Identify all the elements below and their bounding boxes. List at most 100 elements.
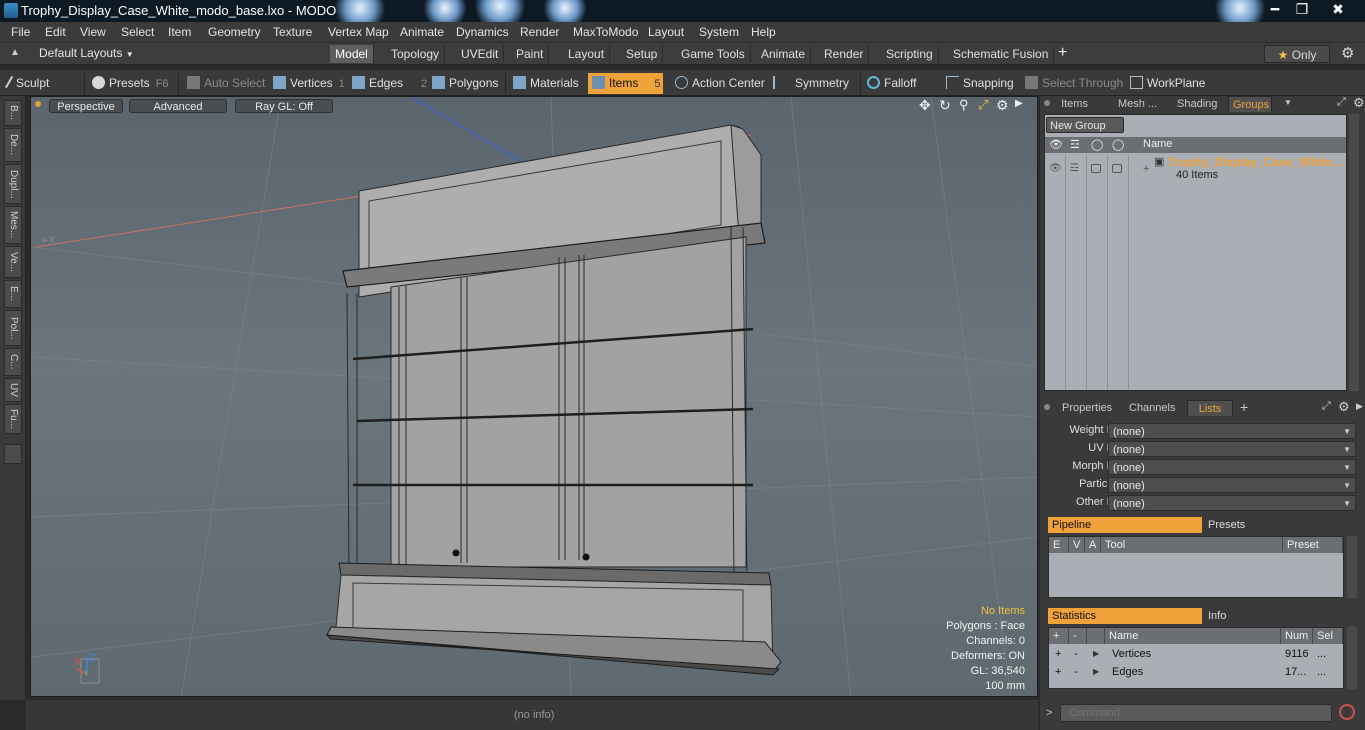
stats-row-minus[interactable]: - <box>1074 648 1078 660</box>
viewport-expand-icon[interactable]: ▶ <box>1015 98 1023 109</box>
tab-channels[interactable]: Channels <box>1125 400 1179 416</box>
tab-layout[interactable]: Layout <box>563 45 611 63</box>
morph-map-select[interactable]: (none) ▼ <box>1108 459 1356 475</box>
left-tab-deform[interactable]: De... <box>4 128 22 162</box>
vertices-button[interactable]: Vertices 1 <box>273 73 345 94</box>
edges-button[interactable]: Edges 2 <box>352 73 427 94</box>
other-map-select[interactable]: (none) ▼ <box>1108 495 1356 511</box>
rotate-view-icon[interactable]: ↻ <box>939 97 951 114</box>
pipeline-col-enable[interactable]: E <box>1049 537 1069 553</box>
tab-mesh[interactable]: Mesh ... <box>1114 96 1161 112</box>
polygons-button[interactable]: Polygons <box>432 73 498 94</box>
pipeline-list[interactable]: E V A Tool Preset <box>1048 536 1344 598</box>
stats-row-plus[interactable]: + <box>1055 666 1061 678</box>
stats-col-expand[interactable] <box>1087 628 1105 644</box>
default-layouts-dropdown[interactable]: Default Layouts ▼ <box>39 46 134 60</box>
tab-items[interactable]: Items <box>1054 96 1092 112</box>
left-tab-edge[interactable]: E... <box>4 280 22 308</box>
select-icon[interactable]: ◯ <box>1112 138 1124 151</box>
menu-edit[interactable]: Edit <box>45 25 66 39</box>
menu-dynamics[interactable]: Dynamics <box>456 25 509 39</box>
group-select-icon[interactable] <box>1112 164 1122 173</box>
lock-icon[interactable]: ☲ <box>1070 138 1080 151</box>
shading-mode-button[interactable]: Advanced <box>129 99 227 113</box>
menu-vertex-map[interactable]: Vertex Map <box>328 25 389 39</box>
snapping-button[interactable]: Snapping <box>946 73 1014 94</box>
groups-scrollbar[interactable] <box>1349 114 1359 391</box>
statistics-list[interactable]: + - Name Num Sel + - ▶ Vertices 9116 ...… <box>1048 627 1344 689</box>
tab-setup[interactable]: Setup <box>621 45 664 63</box>
stats-col-sel[interactable]: Sel <box>1313 628 1343 644</box>
info-tab[interactable]: Info <box>1204 608 1344 624</box>
expand-props-icon[interactable]: ⤢ <box>1322 400 1331 413</box>
expand-arrow-icon[interactable]: ▶ <box>1093 649 1099 658</box>
left-tab-more[interactable] <box>4 444 22 464</box>
viewport-gear-icon[interactable]: ⚙ <box>996 97 1009 114</box>
group-visibility-icon[interactable]: 👁 <box>1049 163 1062 174</box>
minimize-button[interactable]: ━ <box>1260 0 1290 20</box>
tab-scripting[interactable]: Scripting <box>881 45 939 63</box>
select-through-button[interactable]: Select Through <box>1025 73 1123 94</box>
expand-icon[interactable]: + <box>1143 163 1149 175</box>
props-menu-icon[interactable] <box>1044 404 1050 410</box>
tab-topology[interactable]: Topology <box>386 45 446 63</box>
particle-select[interactable]: (none) ▼ <box>1108 477 1356 493</box>
materials-button[interactable]: Materials <box>513 73 579 94</box>
gear-icon[interactable]: ⚙ <box>1341 44 1354 62</box>
pipeline-col-visible[interactable]: V <box>1069 537 1085 553</box>
group-render-icon[interactable] <box>1091 164 1101 173</box>
weight-map-select[interactable]: (none) ▼ <box>1108 423 1356 439</box>
stats-row-minus[interactable]: - <box>1074 666 1078 678</box>
left-tab-vertex[interactable]: Ve... <box>4 246 22 278</box>
chevron-down-icon[interactable]: ▼ <box>1284 98 1292 107</box>
move-view-icon[interactable]: ✥ <box>919 97 931 114</box>
presets-tab[interactable]: Presets <box>1204 517 1344 533</box>
tab-render[interactable]: Render <box>819 45 870 63</box>
menu-view[interactable]: View <box>80 25 106 39</box>
stats-col-num[interactable]: Num <box>1281 628 1313 644</box>
left-tab-duplicate[interactable]: Dupl... <box>4 164 22 204</box>
menu-file[interactable]: File <box>11 25 30 39</box>
tab-schematic-fusion[interactable]: Schematic Fusion <box>948 45 1055 63</box>
props-gear-icon[interactable]: ⚙ <box>1338 399 1350 415</box>
pipeline-col-tool[interactable]: Tool <box>1101 537 1283 553</box>
left-tab-curve[interactable]: C... <box>4 348 22 376</box>
items-button[interactable]: Items 5 <box>588 73 663 94</box>
tab-groups[interactable]: Groups <box>1228 96 1272 112</box>
stats-row-plus[interactable]: + <box>1055 648 1061 660</box>
new-group-button[interactable]: New Group <box>1046 117 1124 133</box>
groups-list[interactable]: New Group 👁 ☲ ◯ ◯ Name 👁 ☲ + ▣ Trophy_Di… <box>1044 114 1347 391</box>
record-icon[interactable] <box>1339 704 1355 720</box>
statistics-tab[interactable]: Statistics <box>1048 608 1202 624</box>
workplane-button[interactable]: WorkPlane <box>1130 73 1205 94</box>
left-tab-polygon[interactable]: Pol... <box>4 310 22 346</box>
add-props-tab-button[interactable]: + <box>1240 399 1248 415</box>
only-toggle[interactable]: ★ Only <box>1264 45 1330 63</box>
raygl-toggle[interactable]: Ray GL: Off <box>235 99 333 113</box>
group-row[interactable]: 👁 ☲ + ▣ Trophy_Display_Case_White... 40 … <box>1045 155 1346 185</box>
3d-viewport[interactable]: +X Z X Perspective Advanced Ray GL: Off … <box>30 96 1038 697</box>
fit-view-icon[interactable]: ⤢ <box>978 97 988 113</box>
uv-map-select[interactable]: (none) ▼ <box>1108 441 1356 457</box>
menu-system[interactable]: System <box>699 25 739 39</box>
left-tab-fusion[interactable]: Fu... <box>4 404 22 434</box>
pipeline-col-preset[interactable]: Preset <box>1283 537 1343 553</box>
name-column-header[interactable]: Name <box>1143 138 1172 150</box>
tab-shading[interactable]: Shading <box>1173 96 1221 112</box>
tab-uvedit[interactable]: UVEdit <box>456 45 505 63</box>
panel-gear-icon[interactable]: ⚙ <box>1353 95 1365 111</box>
symmetry-button[interactable]: Symmetry <box>773 73 849 94</box>
menu-texture[interactable]: Texture <box>273 25 312 39</box>
panel-menu-icon[interactable] <box>1044 100 1050 106</box>
left-tab-basic[interactable]: B... <box>4 100 22 126</box>
pipeline-col-active[interactable]: A <box>1085 537 1101 553</box>
statistics-scrollbar[interactable] <box>1347 627 1357 689</box>
group-name[interactable]: Trophy_Display_Case_White... <box>1168 155 1342 169</box>
stats-col-plus[interactable]: + <box>1049 628 1069 644</box>
pipeline-scrollbar[interactable] <box>1347 536 1357 598</box>
menu-geometry[interactable]: Geometry <box>208 25 261 39</box>
menu-maxtomodo[interactable]: MaxToModo <box>573 25 638 39</box>
presets-button[interactable]: Presets F6 <box>92 73 169 94</box>
command-input[interactable] <box>1060 704 1332 722</box>
action-center-button[interactable]: Action Center <box>675 73 765 94</box>
